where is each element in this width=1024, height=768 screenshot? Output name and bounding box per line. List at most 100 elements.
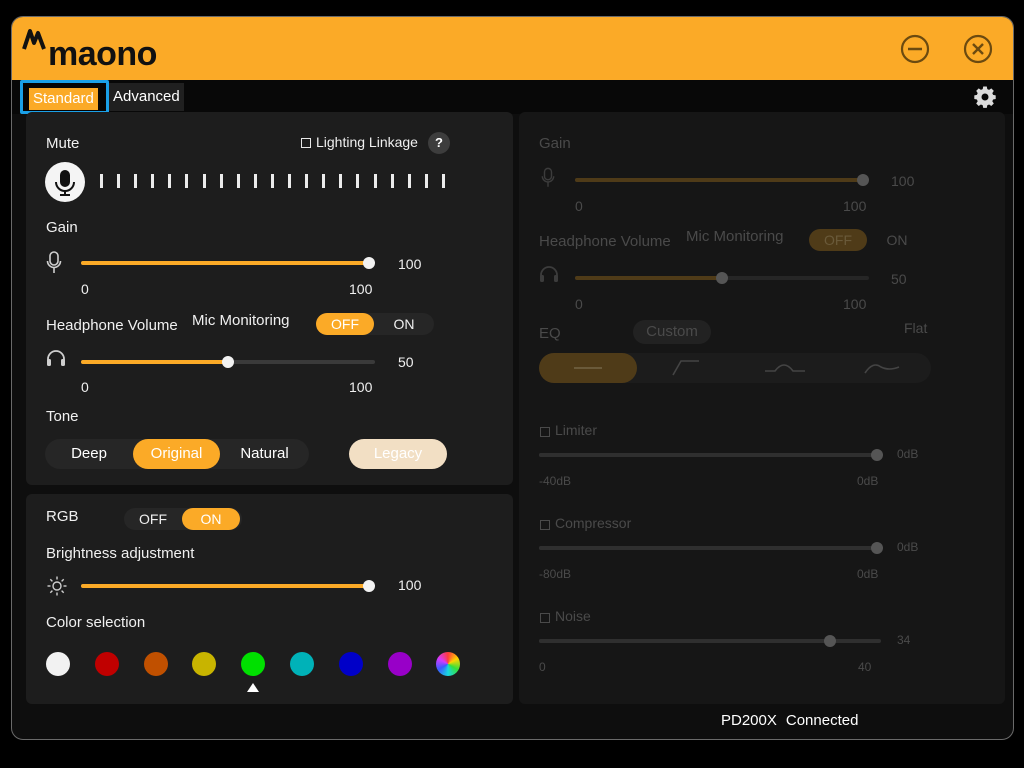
noise-slider <box>539 635 881 647</box>
limiter-value: 0dB <box>897 447 919 461</box>
compressor-max: 0dB <box>857 567 879 581</box>
compressor-label: Compressor <box>555 515 632 531</box>
mic-monitoring-off[interactable]: OFF <box>316 313 374 335</box>
noise-label: Noise <box>555 608 591 624</box>
adv-gain-label: Gain <box>539 135 571 152</box>
status-bar: PD200X Connected <box>721 712 858 729</box>
compressor-slider-handle <box>871 542 883 554</box>
tone-original[interactable]: Original <box>133 439 220 469</box>
adv-gain-value: 100 <box>891 173 915 189</box>
mic-monitoring-on[interactable]: ON <box>374 313 434 335</box>
limiter-slider <box>539 449 883 461</box>
noise-value: 34 <box>897 633 911 647</box>
gear-icon[interactable] <box>973 85 997 109</box>
mute-button[interactable] <box>45 162 85 202</box>
adv-headphone-min: 0 <box>575 296 583 312</box>
adv-gain-max: 100 <box>843 198 867 214</box>
noise-checkbox <box>540 613 550 623</box>
eq-preset-flat <box>539 353 637 383</box>
color-selection-label: Color selection <box>46 614 146 631</box>
headphone-volume-value: 50 <box>398 354 414 370</box>
rgb-panel: RGB OFF ON Brightness adjustment 100 Col… <box>26 494 513 704</box>
headphone-volume-slider[interactable] <box>81 356 375 368</box>
gain-slider[interactable] <box>81 257 375 269</box>
color-swatch[interactable] <box>436 652 461 676</box>
high-pass-eq-icon <box>672 360 699 376</box>
mic-monitoring-toggle[interactable]: OFF ON <box>316 313 434 335</box>
limiter-max: 0dB <box>857 474 879 488</box>
adv-mic-monitoring-label: Mic Monitoring <box>686 228 784 245</box>
color-swatch[interactable] <box>46 652 70 676</box>
rgb-toggle[interactable]: OFF ON <box>124 508 242 530</box>
lighting-linkage-checkbox[interactable] <box>301 138 311 148</box>
tone-label: Tone <box>46 408 79 425</box>
headphone-volume-label: Headphone Volume <box>46 317 178 334</box>
microphone-icon <box>55 170 75 196</box>
compressor-checkbox <box>540 520 550 530</box>
color-swatch[interactable] <box>94 652 119 676</box>
lighting-linkage-label: Lighting Linkage <box>316 134 418 150</box>
limiter-min: -40dB <box>539 474 572 488</box>
help-button[interactable]: ? <box>428 132 450 154</box>
selected-color-indicator <box>247 683 260 692</box>
compressor-slider <box>539 542 883 554</box>
noise-max: 40 <box>858 660 872 674</box>
gain-slider-handle[interactable] <box>363 257 375 269</box>
rgb-on[interactable]: ON <box>182 508 240 530</box>
headphone-volume-slider-handle[interactable] <box>222 356 234 368</box>
maono-mark-icon <box>22 29 46 50</box>
microphone-icon <box>541 167 555 187</box>
close-button[interactable] <box>963 34 993 64</box>
mic-level-meter <box>100 174 445 188</box>
adv-gain-min: 0 <box>575 198 583 214</box>
adv-mic-monitoring-off: OFF <box>809 229 867 251</box>
tab-advanced[interactable]: Advanced <box>109 83 184 111</box>
eq-custom: Custom <box>633 320 711 344</box>
adv-headphone-slider-handle <box>716 272 728 284</box>
mic-monitoring-label: Mic Monitoring <box>192 312 290 329</box>
adv-gain-slider-handle <box>857 174 869 186</box>
legacy-button[interactable]: Legacy <box>349 439 447 469</box>
microphone-icon <box>46 251 62 273</box>
color-swatch[interactable] <box>241 652 266 676</box>
brightness-slider[interactable] <box>81 580 375 592</box>
maono-logo: maono <box>22 25 192 77</box>
gain-value: 100 <box>398 256 422 272</box>
brightness-slider-handle[interactable] <box>363 580 375 592</box>
adv-headphone-value: 50 <box>891 271 907 287</box>
adv-mic-monitoring-toggle: OFF ON <box>809 229 927 251</box>
device-name: PD200X <box>721 712 777 729</box>
tab-standard[interactable]: Standard <box>20 80 109 114</box>
color-swatch[interactable] <box>387 652 412 676</box>
headphone-volume-min: 0 <box>81 379 89 395</box>
gain-max: 100 <box>349 281 373 297</box>
adv-gain-slider <box>575 174 869 186</box>
noise-slider-handle <box>823 635 836 647</box>
tab-standard-label: Standard <box>29 88 98 110</box>
flat-eq-icon <box>574 367 602 369</box>
minus-circle-icon <box>900 34 930 64</box>
compressor-value: 0dB <box>897 540 919 554</box>
advanced-panel: Gain 100 0 100 Headphone Volume Mic Moni… <box>519 112 1005 704</box>
headphone-volume-max: 100 <box>349 379 373 395</box>
mute-label: Mute <box>46 135 80 152</box>
audio-panel: Mute Lighting Linkage ? Gain 100 0 100 H… <box>26 112 513 485</box>
headphones-icon <box>47 350 65 366</box>
noise-min: 0 <box>539 660 546 674</box>
close-circle-icon <box>963 34 993 64</box>
eq-label: EQ <box>539 325 561 342</box>
color-swatch[interactable] <box>192 652 217 676</box>
sun-icon <box>47 576 67 596</box>
color-swatch[interactable] <box>290 652 314 676</box>
color-swatch[interactable] <box>143 652 168 676</box>
tone-deep[interactable]: Deep <box>45 439 133 469</box>
color-swatch[interactable] <box>338 652 363 676</box>
rgb-label: RGB <box>46 508 79 525</box>
limiter-slider-handle <box>871 449 883 461</box>
tone-selector: Deep Original Natural <box>45 439 309 469</box>
tab-bar: Standard Advanced <box>12 80 1013 114</box>
headphones-icon <box>540 266 558 282</box>
rgb-off[interactable]: OFF <box>124 508 182 530</box>
minimize-button[interactable] <box>900 34 930 64</box>
tone-natural[interactable]: Natural <box>220 439 309 469</box>
